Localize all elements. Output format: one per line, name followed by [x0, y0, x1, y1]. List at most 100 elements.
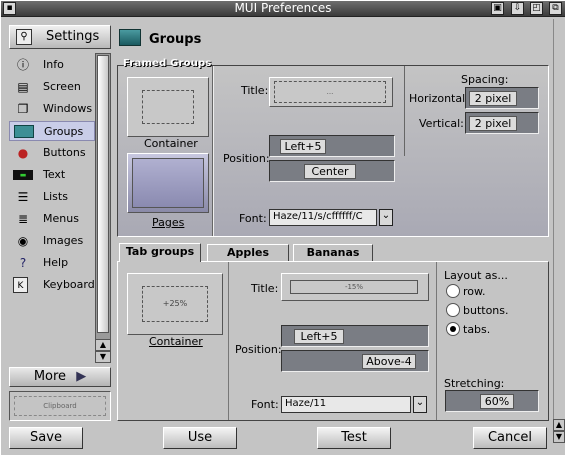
tab-font-field[interactable]: Haze/11	[281, 396, 411, 413]
groups-folder-icon	[119, 29, 141, 46]
settings-button[interactable]: ⚲ Settings	[9, 25, 111, 49]
container-frame-preview[interactable]	[127, 77, 209, 137]
tab-apples[interactable]: Apples	[207, 244, 289, 262]
tab-position-value1: Left+5	[294, 329, 344, 344]
title-label: Title:	[241, 84, 269, 97]
sidebar-item-lists[interactable]: ☰ Lists	[9, 187, 95, 207]
layout-buttons-radio[interactable]	[446, 303, 460, 317]
tab-position-value2: Above-4	[362, 354, 416, 369]
framed-groups-title: Framed Groups	[123, 58, 212, 69]
layout-row-radio[interactable]	[446, 284, 460, 298]
tab-container-preview[interactable]: +25%	[127, 273, 223, 335]
sidebar-item-screen[interactable]: ▤ Screen	[9, 77, 95, 97]
lists-icon: ☰	[17, 190, 29, 204]
sidebar-item-keyboard[interactable]: K Keyboard	[9, 275, 95, 295]
depth-gadget-icon[interactable]: ⧉	[549, 2, 562, 15]
zoom-gadget-icon[interactable]: ◰	[530, 2, 543, 15]
tab-position-label: Position:	[235, 343, 282, 356]
stretching-label: Stretching:	[444, 377, 505, 390]
window-title: MUI Preferences	[234, 1, 332, 15]
position-cycle[interactable]: Left+5	[269, 135, 395, 157]
clipboard-area[interactable]: Clipboard	[9, 391, 111, 421]
window-scroll-strip[interactable]	[553, 19, 563, 423]
position-label: Position:	[223, 152, 270, 165]
tab-title-preview[interactable]: -15%	[281, 273, 429, 301]
use-button[interactable]: Use	[163, 427, 237, 449]
preferences-window: MUI Preferences ▪ ▣ ⇩ ◰ ⧉ ⚲ Settings ⓘ In…	[0, 0, 566, 456]
layout-tabs-label: tabs.	[463, 323, 491, 336]
text-icon: ▬	[13, 170, 33, 180]
clipboard-label: Clipboard	[14, 396, 106, 416]
sidebar-item-images[interactable]: ◉ Images	[9, 231, 95, 251]
sidebar-item-groups[interactable]: Groups	[9, 121, 95, 141]
settings-label: Settings	[46, 29, 100, 44]
horizontal-value: 2 pixel	[469, 91, 517, 106]
tab-font-popup-button[interactable]: ⌄	[413, 396, 427, 413]
sidebar-item-info[interactable]: ⓘ Info	[9, 55, 95, 75]
window-scroll-up-icon[interactable]: ▲	[553, 419, 565, 431]
divider	[404, 66, 405, 156]
tab-tab-groups[interactable]: Tab groups	[119, 243, 201, 262]
pages-label: Pages	[152, 216, 185, 229]
vertical-label: Vertical:	[419, 117, 464, 130]
scroll-down-arrow-icon[interactable]: ▼	[95, 351, 111, 363]
scroll-up-arrow-icon[interactable]: ▲	[95, 339, 111, 351]
font-field[interactable]: Haze/11/s/cffffff/C	[269, 209, 377, 226]
stretching-value: 60%	[480, 394, 514, 409]
font-popup-button[interactable]: ⌄	[379, 209, 393, 226]
keyboard-icon: K	[13, 277, 28, 293]
images-icon: ◉	[17, 234, 29, 248]
info-icon: ⓘ	[16, 58, 29, 72]
scrollbar-knob[interactable]	[97, 55, 109, 333]
chevron-down-icon: ⌄	[381, 210, 391, 221]
close-gadget-icon[interactable]: ▪	[3, 2, 16, 15]
search-icon: ⚲	[16, 29, 32, 45]
vertical-slider[interactable]: 2 pixel	[465, 112, 539, 134]
save-button[interactable]: Save	[9, 427, 83, 449]
tab-position-cycle[interactable]: Left+5	[281, 325, 429, 347]
layout-tabs-radio[interactable]	[446, 322, 460, 336]
chevron-down-icon: ⌄	[415, 397, 425, 408]
pages-frame-preview[interactable]	[127, 153, 209, 213]
arrow-right-icon: ▶	[76, 369, 87, 384]
sidebar-item-buttons[interactable]: ● Buttons	[9, 143, 95, 163]
tab-position-cycle-2[interactable]: Above-4	[281, 350, 429, 372]
sidebar-scrollbar[interactable]	[95, 53, 111, 363]
sidebar-item-help[interactable]: ? Help	[9, 253, 95, 273]
sidebar-item-menus[interactable]: ≣ Menus	[9, 209, 95, 229]
window-scroll-down-icon[interactable]: ▼	[553, 431, 565, 443]
title-bar[interactable]: MUI Preferences ▪ ▣ ⇩ ◰ ⧉	[1, 1, 565, 17]
tab-container-label: Container	[149, 335, 203, 348]
layout-row-label: row.	[463, 285, 486, 298]
container-label: Container	[144, 137, 198, 150]
horizontal-slider[interactable]: 2 pixel	[465, 87, 539, 109]
test-button[interactable]: Test	[317, 427, 391, 449]
category-list[interactable]: ⓘ Info ▤ Screen ❐ Windows Groups ● Buttons ▬…	[9, 53, 95, 365]
layout-label: Layout as...	[444, 269, 508, 282]
help-icon: ?	[19, 256, 27, 270]
font-label: Font:	[239, 212, 267, 225]
screen-icon: ▤	[17, 80, 29, 94]
position-align-cycle[interactable]: Center	[269, 160, 395, 182]
center-value: Center	[304, 164, 356, 179]
buttons-icon: ●	[17, 146, 29, 160]
horizontal-label: Horizontal:	[409, 92, 469, 105]
depth-down-gadget-icon[interactable]: ⇩	[511, 2, 524, 15]
more-button[interactable]: More ▶	[9, 367, 111, 387]
layout-buttons-label: buttons.	[463, 304, 509, 317]
sidebar-item-text[interactable]: ▬ Text	[9, 165, 95, 185]
sidebar-item-windows[interactable]: ❐ Windows	[9, 99, 95, 119]
iconify-gadget-icon[interactable]: ▣	[491, 2, 504, 15]
cancel-button[interactable]: Cancel	[473, 427, 547, 449]
tab-font-label: Font:	[251, 398, 279, 411]
windows-icon: ❐	[17, 102, 29, 116]
page-title: Groups	[149, 32, 202, 47]
menus-icon: ≣	[17, 212, 29, 226]
groups-icon	[14, 125, 34, 138]
title-frame-preview[interactable]: ...	[269, 77, 393, 107]
spacing-label: Spacing:	[461, 73, 509, 86]
stretching-slider[interactable]: 60%	[445, 390, 539, 412]
tab-title-label: Title:	[251, 282, 279, 295]
vertical-value: 2 pixel	[469, 116, 517, 131]
tab-bananas[interactable]: Bananas	[293, 244, 373, 262]
